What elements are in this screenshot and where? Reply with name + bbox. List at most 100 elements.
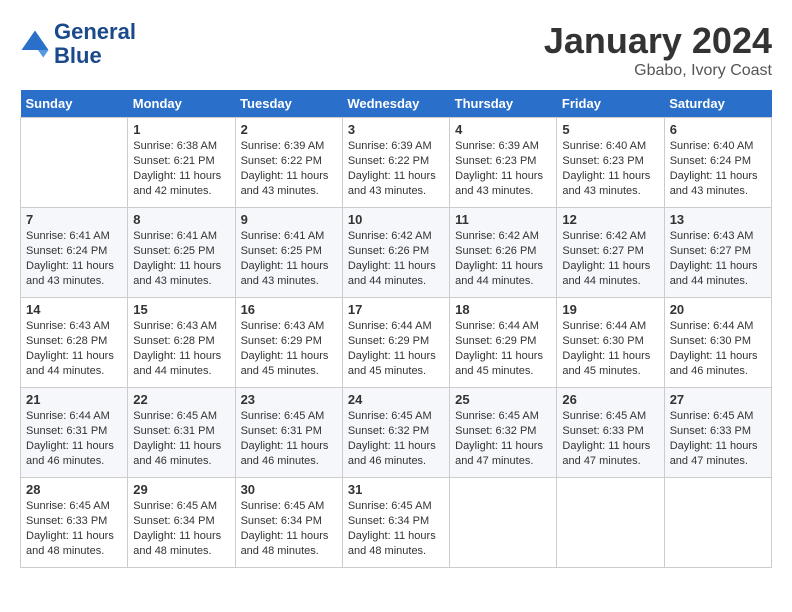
title-block: January 2024 Gbabo, Ivory Coast xyxy=(544,20,772,80)
day-info: Sunrise: 6:43 AMSunset: 6:28 PMDaylight:… xyxy=(133,319,229,378)
calendar-cell: 22 Sunrise: 6:45 AMSunset: 6:31 PMDayligh… xyxy=(128,388,235,478)
day-info: Sunrise: 6:44 AMSunset: 6:30 PMDaylight:… xyxy=(670,319,766,378)
calendar-cell xyxy=(664,478,771,568)
day-info: Sunrise: 6:43 AMSunset: 6:29 PMDaylight:… xyxy=(241,319,337,378)
calendar-cell: 27 Sunrise: 6:45 AMSunset: 6:33 PMDayligh… xyxy=(664,388,771,478)
weekday-header-sunday: Sunday xyxy=(21,90,128,118)
calendar-week-row: 7 Sunrise: 6:41 AMSunset: 6:24 PMDaylight… xyxy=(21,208,772,298)
day-number: 1 xyxy=(133,122,229,137)
day-number: 21 xyxy=(26,392,122,407)
calendar-cell: 31Sunrise: 6:45 AMSunset: 6:34 PMDayligh… xyxy=(342,478,449,568)
calendar-cell: 29 Sunrise: 6:45 AMSunset: 6:34 PMDayligh… xyxy=(128,478,235,568)
weekday-header-friday: Friday xyxy=(557,90,664,118)
weekday-header-thursday: Thursday xyxy=(450,90,557,118)
day-info: Sunrise: 6:38 AMSunset: 6:21 PMDaylight:… xyxy=(133,139,229,198)
day-info: Sunrise: 6:42 AMSunset: 6:27 PMDaylight:… xyxy=(562,229,658,288)
day-number: 7 xyxy=(26,212,122,227)
day-number: 19 xyxy=(562,302,658,317)
calendar-cell: 5 Sunrise: 6:40 AMSunset: 6:23 PMDaylight… xyxy=(557,118,664,208)
day-number: 14 xyxy=(26,302,122,317)
calendar-cell: 4 Sunrise: 6:39 AMSunset: 6:23 PMDaylight… xyxy=(450,118,557,208)
day-info: Sunrise: 6:43 AMSunset: 6:28 PMDaylight:… xyxy=(26,319,122,378)
day-number: 23 xyxy=(241,392,337,407)
day-info: Sunrise: 6:45 AMSunset: 6:33 PMDaylight:… xyxy=(670,409,766,468)
calendar-cell xyxy=(557,478,664,568)
weekday-header-monday: Monday xyxy=(128,90,235,118)
day-number: 20 xyxy=(670,302,766,317)
page-header: General Blue January 2024 Gbabo, Ivory C… xyxy=(20,20,772,80)
day-info: Sunrise: 6:45 AMSunset: 6:32 PMDaylight:… xyxy=(455,409,551,468)
calendar-cell: 15 Sunrise: 6:43 AMSunset: 6:28 PMDayligh… xyxy=(128,298,235,388)
calendar-cell: 18 Sunrise: 6:44 AMSunset: 6:29 PMDayligh… xyxy=(450,298,557,388)
day-number: 4 xyxy=(455,122,551,137)
calendar-cell xyxy=(450,478,557,568)
day-info: Sunrise: 6:45 AMSunset: 6:31 PMDaylight:… xyxy=(241,409,337,468)
day-info: Sunrise: 6:43 AMSunset: 6:27 PMDaylight:… xyxy=(670,229,766,288)
calendar-cell: 20 Sunrise: 6:44 AMSunset: 6:30 PMDayligh… xyxy=(664,298,771,388)
day-info: Sunrise: 6:40 AMSunset: 6:24 PMDaylight:… xyxy=(670,139,766,198)
calendar-cell: 13 Sunrise: 6:43 AMSunset: 6:27 PMDayligh… xyxy=(664,208,771,298)
day-info: Sunrise: 6:44 AMSunset: 6:29 PMDaylight:… xyxy=(455,319,551,378)
day-number: 15 xyxy=(133,302,229,317)
weekday-header-tuesday: Tuesday xyxy=(235,90,342,118)
calendar-cell: 10Sunrise: 6:42 AMSunset: 6:26 PMDayligh… xyxy=(342,208,449,298)
day-number: 18 xyxy=(455,302,551,317)
calendar-cell: 24 Sunrise: 6:45 AMSunset: 6:32 PMDayligh… xyxy=(342,388,449,478)
day-number: 6 xyxy=(670,122,766,137)
calendar-cell: 19Sunrise: 6:44 AMSunset: 6:30 PMDayligh… xyxy=(557,298,664,388)
day-number: 22 xyxy=(133,392,229,407)
calendar-cell: 8 Sunrise: 6:41 AMSunset: 6:25 PMDaylight… xyxy=(128,208,235,298)
day-info: Sunrise: 6:42 AMSunset: 6:26 PMDaylight:… xyxy=(455,229,551,288)
calendar-cell: 21 Sunrise: 6:44 AMSunset: 6:31 PMDayligh… xyxy=(21,388,128,478)
day-info: Sunrise: 6:45 AMSunset: 6:34 PMDaylight:… xyxy=(241,499,337,558)
day-number: 24 xyxy=(348,392,444,407)
day-info: Sunrise: 6:45 AMSunset: 6:33 PMDaylight:… xyxy=(562,409,658,468)
day-number: 30 xyxy=(241,482,337,497)
calendar-cell: 6 Sunrise: 6:40 AMSunset: 6:24 PMDaylight… xyxy=(664,118,771,208)
calendar-cell: 14 Sunrise: 6:43 AMSunset: 6:28 PMDayligh… xyxy=(21,298,128,388)
day-number: 16 xyxy=(241,302,337,317)
day-info: Sunrise: 6:45 AMSunset: 6:34 PMDaylight:… xyxy=(133,499,229,558)
day-info: Sunrise: 6:40 AMSunset: 6:23 PMDaylight:… xyxy=(562,139,658,198)
day-number: 8 xyxy=(133,212,229,227)
day-info: Sunrise: 6:44 AMSunset: 6:29 PMDaylight:… xyxy=(348,319,444,378)
day-info: Sunrise: 6:45 AMSunset: 6:32 PMDaylight:… xyxy=(348,409,444,468)
calendar-cell: 16 Sunrise: 6:43 AMSunset: 6:29 PMDayligh… xyxy=(235,298,342,388)
day-number: 27 xyxy=(670,392,766,407)
day-number: 12 xyxy=(562,212,658,227)
day-number: 25 xyxy=(455,392,551,407)
day-number: 13 xyxy=(670,212,766,227)
calendar-cell: 12 Sunrise: 6:42 AMSunset: 6:27 PMDayligh… xyxy=(557,208,664,298)
calendar-cell: 1 Sunrise: 6:38 AMSunset: 6:21 PMDaylight… xyxy=(128,118,235,208)
day-info: Sunrise: 6:39 AMSunset: 6:23 PMDaylight:… xyxy=(455,139,551,198)
calendar-cell xyxy=(21,118,128,208)
day-number: 9 xyxy=(241,212,337,227)
day-number: 29 xyxy=(133,482,229,497)
calendar-week-row: 28 Sunrise: 6:45 AMSunset: 6:33 PMDayligh… xyxy=(21,478,772,568)
day-number: 3 xyxy=(348,122,444,137)
weekday-header-saturday: Saturday xyxy=(664,90,771,118)
calendar-table: SundayMondayTuesdayWednesdayThursdayFrid… xyxy=(20,90,772,568)
calendar-cell: 25 Sunrise: 6:45 AMSunset: 6:32 PMDayligh… xyxy=(450,388,557,478)
day-number: 28 xyxy=(26,482,122,497)
day-number: 5 xyxy=(562,122,658,137)
day-number: 26 xyxy=(562,392,658,407)
calendar-cell: 17Sunrise: 6:44 AMSunset: 6:29 PMDayligh… xyxy=(342,298,449,388)
day-info: Sunrise: 6:41 AMSunset: 6:25 PMDaylight:… xyxy=(133,229,229,288)
calendar-week-row: 21 Sunrise: 6:44 AMSunset: 6:31 PMDayligh… xyxy=(21,388,772,478)
calendar-cell: 11Sunrise: 6:42 AMSunset: 6:26 PMDayligh… xyxy=(450,208,557,298)
day-info: Sunrise: 6:39 AMSunset: 6:22 PMDaylight:… xyxy=(348,139,444,198)
day-number: 10 xyxy=(348,212,444,227)
weekday-header-wednesday: Wednesday xyxy=(342,90,449,118)
day-info: Sunrise: 6:41 AMSunset: 6:24 PMDaylight:… xyxy=(26,229,122,288)
day-info: Sunrise: 6:45 AMSunset: 6:31 PMDaylight:… xyxy=(133,409,229,468)
day-number: 31 xyxy=(348,482,444,497)
location: Gbabo, Ivory Coast xyxy=(544,62,772,80)
calendar-cell: 7 Sunrise: 6:41 AMSunset: 6:24 PMDaylight… xyxy=(21,208,128,298)
day-info: Sunrise: 6:44 AMSunset: 6:31 PMDaylight:… xyxy=(26,409,122,468)
calendar-cell: 2Sunrise: 6:39 AMSunset: 6:22 PMDaylight… xyxy=(235,118,342,208)
calendar-cell: 3 Sunrise: 6:39 AMSunset: 6:22 PMDaylight… xyxy=(342,118,449,208)
calendar-cell: 23 Sunrise: 6:45 AMSunset: 6:31 PMDayligh… xyxy=(235,388,342,478)
day-info: Sunrise: 6:41 AMSunset: 6:25 PMDaylight:… xyxy=(241,229,337,288)
day-info: Sunrise: 6:45 AMSunset: 6:33 PMDaylight:… xyxy=(26,499,122,558)
